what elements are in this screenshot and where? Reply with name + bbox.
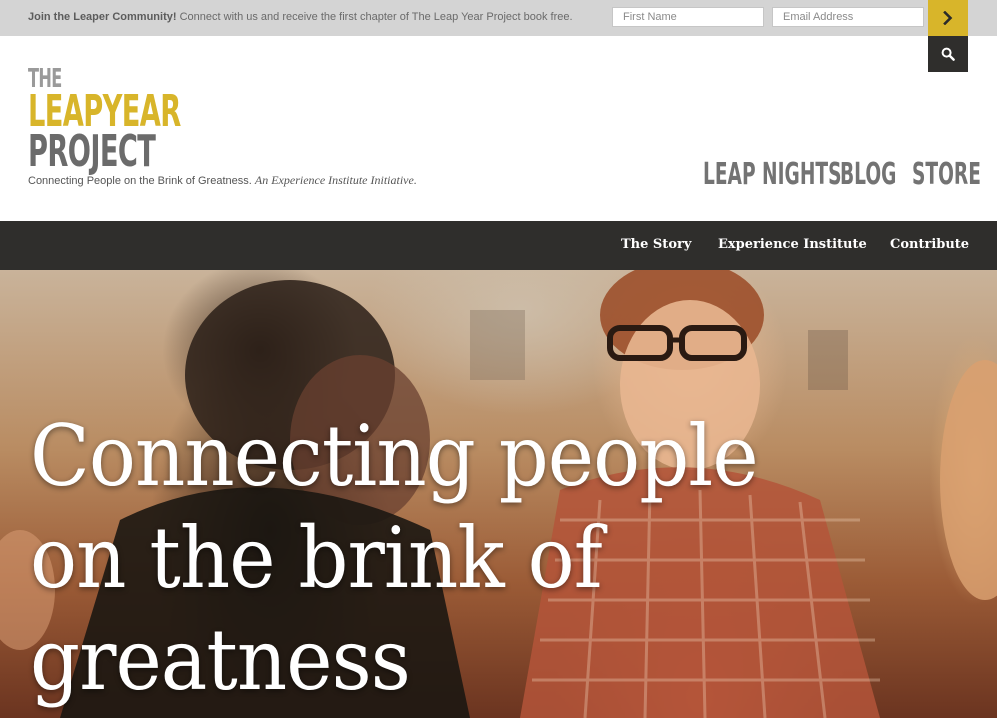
subnav-experience-institute[interactable]: Experience Institute	[718, 237, 867, 252]
secondary-nav: The Story Experience Institute Contribut…	[0, 221, 997, 270]
site-tagline: Connecting People on the Brink of Greatn…	[28, 173, 417, 188]
hero-headline: Connecting people on the brink of greatn…	[30, 405, 759, 711]
tagline-initiative: An Experience Institute Initiative.	[254, 173, 417, 187]
nav-store[interactable]: STORE	[912, 157, 981, 193]
search-icon	[941, 47, 955, 61]
hero-line-1: Connecting people	[30, 407, 759, 505]
nav-leap-nights[interactable]: LEAP NIGHTS	[703, 157, 841, 193]
signup-promo-text: Connect with us and receive the first ch…	[179, 11, 573, 23]
signup-bar: Join the Leaper Community! Connect with …	[0, 0, 997, 36]
chevron-right-icon	[943, 11, 953, 25]
nav-blog[interactable]: BLOG	[840, 157, 896, 193]
subnav-contribute[interactable]: Contribute	[890, 237, 969, 252]
hero-line-3: greatness	[30, 611, 411, 709]
site-logo[interactable]: THE LEAPYEAR PROJECT	[28, 66, 181, 177]
signup-promo-bold: Join the Leaper Community!	[28, 11, 177, 23]
hero-line-2: on the brink of	[30, 509, 603, 607]
signup-submit-button[interactable]	[928, 0, 968, 36]
first-name-input[interactable]	[612, 7, 764, 27]
search-button[interactable]	[928, 36, 968, 72]
signup-promo: Join the Leaper Community! Connect with …	[28, 11, 573, 23]
subnav-the-story[interactable]: The Story	[621, 237, 691, 252]
tagline-text: Connecting People on the Brink of Greatn…	[28, 175, 252, 187]
hero-banner: Connecting people on the brink of greatn…	[0, 270, 997, 718]
email-input[interactable]	[772, 7, 924, 27]
logo-line-project: PROJECT	[28, 126, 156, 177]
